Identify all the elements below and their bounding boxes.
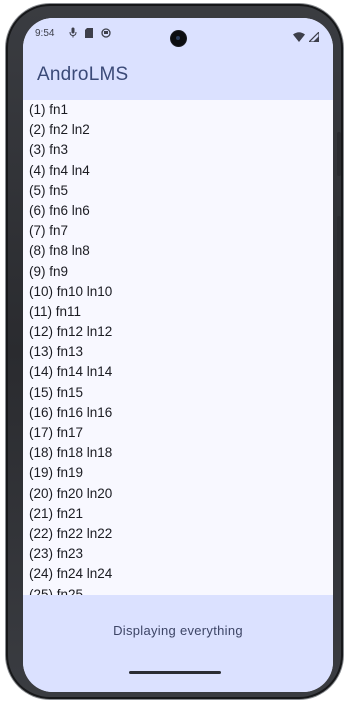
footer-status-text: Displaying everything	[113, 623, 243, 638]
system-icons	[293, 27, 320, 46]
sd-card-icon	[85, 27, 93, 42]
notification-icons	[69, 27, 111, 42]
cellular-signal-icon	[307, 27, 320, 46]
list-item[interactable]: (6) fn6 ln6	[23, 201, 333, 221]
front-camera	[171, 31, 186, 46]
list-item[interactable]: (10) fn10 ln10	[23, 282, 333, 302]
list-item[interactable]: (20) fn20 ln20	[23, 484, 333, 504]
list-item[interactable]: (11) fn11	[23, 302, 333, 322]
microphone-icon	[69, 27, 77, 42]
list-item[interactable]: (9) fn9	[23, 262, 333, 282]
list-item[interactable]: (23) fn23	[23, 544, 333, 564]
list-item[interactable]: (19) fn19	[23, 463, 333, 483]
list-item[interactable]: (3) fn3	[23, 140, 333, 160]
list-item[interactable]: (2) fn2 ln2	[23, 120, 333, 140]
list-item[interactable]: (21) fn21	[23, 504, 333, 524]
list-item[interactable]: (15) fn15	[23, 383, 333, 403]
app-bar: AndroLMS	[23, 56, 333, 100]
list-item[interactable]: (8) fn8 ln8	[23, 241, 333, 261]
status-bar: 9:54	[23, 18, 333, 56]
list-item[interactable]: (7) fn7	[23, 221, 333, 241]
phone-frame: 9:54 AndroLMS (1) fn1 (2) fn2 ln2 (3) fn…	[6, 4, 343, 699]
list-item[interactable]: (16) fn16 ln16	[23, 403, 333, 423]
list-item[interactable]: (14) fn14 ln14	[23, 362, 333, 382]
list-item[interactable]: (13) fn13	[23, 342, 333, 362]
list-item[interactable]: (25) fn25	[23, 585, 333, 596]
power-button[interactable]	[337, 132, 341, 176]
volume-button[interactable]	[337, 216, 341, 280]
gesture-nav-bar[interactable]	[129, 671, 221, 674]
list-item[interactable]: (4) fn4 ln4	[23, 161, 333, 181]
status-time: 9:54	[35, 28, 55, 39]
list-item[interactable]: (12) fn12 ln12	[23, 322, 333, 342]
list-item[interactable]: (18) fn18 ln18	[23, 443, 333, 463]
circle-notification-icon	[101, 27, 111, 42]
footer: Displaying everything	[23, 595, 333, 692]
list-item[interactable]: (24) fn24 ln24	[23, 564, 333, 584]
item-list[interactable]: (1) fn1 (2) fn2 ln2 (3) fn3 (4) fn4 ln4 …	[23, 100, 333, 595]
app-title: AndroLMS	[37, 64, 129, 85]
screen: 9:54 AndroLMS (1) fn1 (2) fn2 ln2 (3) fn…	[23, 18, 333, 692]
list-item[interactable]: (5) fn5	[23, 181, 333, 201]
wifi-icon	[293, 27, 305, 46]
list-item[interactable]: (22) fn22 ln22	[23, 524, 333, 544]
list-item[interactable]: (17) fn17	[23, 423, 333, 443]
list-item[interactable]: (1) fn1	[23, 100, 333, 120]
